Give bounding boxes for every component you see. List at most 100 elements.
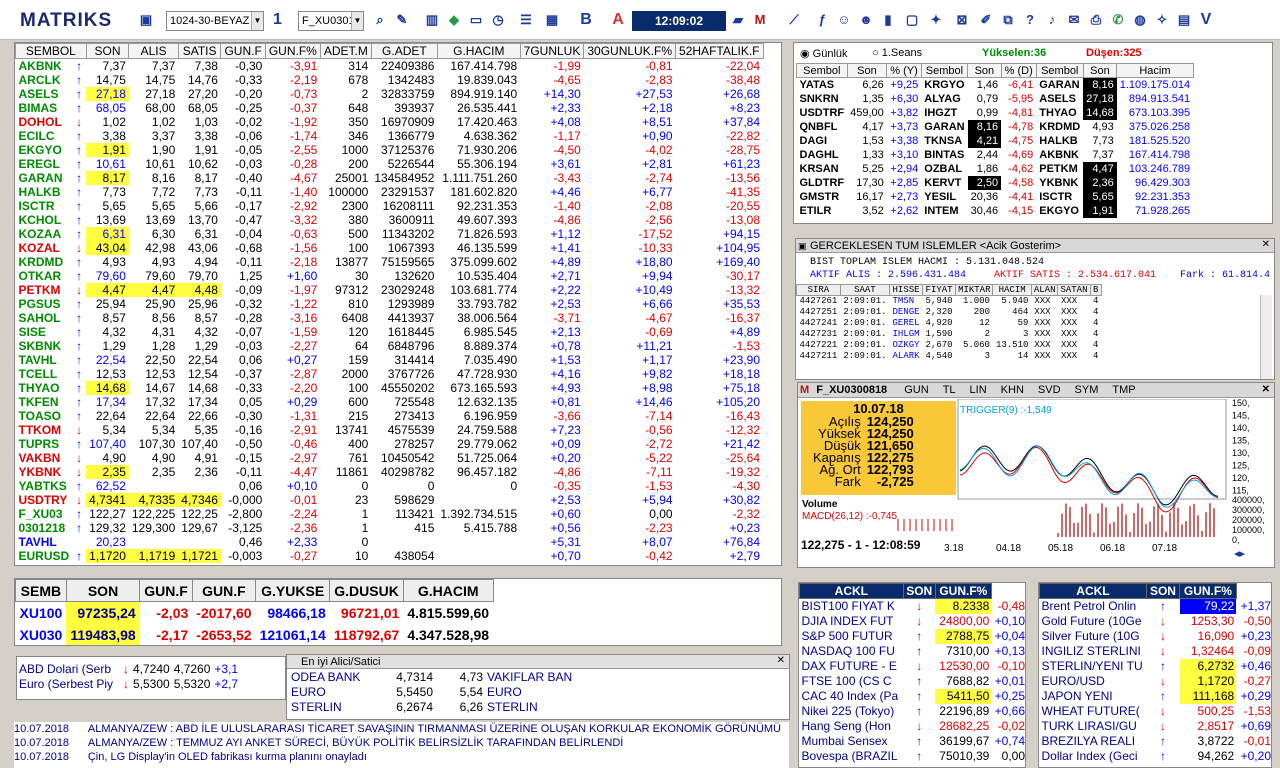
table-row[interactable]: AKBNK ↑ 7,37 7,37 7,38 -0,30 -3,91 314 22409386 1…: [16, 59, 764, 73]
ranking-row[interactable]: GMSTR 16,17 +2,73 YESIL 20,36 -4,41 ISCTR 5,65 9…: [797, 189, 1194, 204]
ranking-row[interactable]: DAGHL 1,33 +3,10 BINTAS 2,44 -4,69 AKBNK 7,37 16…: [797, 148, 1194, 162]
chat-icon[interactable]: ✆: [1110, 12, 1126, 28]
chart-tab[interactable]: LIN: [970, 384, 987, 396]
table-row[interactable]: Nikei 225 (Tokyo) ↑ 22196,89 +0,66: [800, 704, 1026, 719]
table-row[interactable]: STERLIN/YENI TU ↑ 6,2732 +0,46: [1040, 658, 1271, 674]
radio-session[interactable]: ○ 1.Seans: [872, 47, 922, 59]
bid-row[interactable]: EURO 5,5450 5,54 EURO: [289, 684, 581, 699]
table-row[interactable]: 0301218 ↑ 129,32 129,300 129,67 -3,125 -2,36 1 4…: [16, 521, 764, 535]
table-row[interactable]: TAVHL ↑ 22,54 22,50 22,54 0,06 +0,27 159 314414 7…: [16, 353, 764, 367]
print-icon[interactable]: ⎙: [1088, 12, 1104, 28]
bid-row[interactable]: STERLIN 6,2674 6,26 STERLIN: [289, 699, 581, 714]
chart-bar-icon[interactable]: ▥: [424, 12, 440, 28]
table-row[interactable]: Mumbai Sensex ↑ 36199,67 +0,74: [800, 734, 1026, 749]
table-row[interactable]: ISCTR ↑ 5,65 5,65 5,66 -0,17 -2,92 2300 16208111…: [16, 199, 764, 213]
users-icon[interactable]: ☻: [858, 12, 874, 28]
column-header[interactable]: SEMBOL: [15, 43, 87, 59]
column-header[interactable]: ADET.M: [319, 43, 372, 59]
table-row[interactable]: ARCLK ↑ 14,75 14,75 14,76 -0,33 -2,19 678 134248…: [16, 73, 764, 87]
trade-row[interactable]: 4427211 2:09:01. ALARK 4,540 3 14 XXX XXX 4: [797, 351, 1102, 362]
close-icon[interactable]: ✕: [777, 655, 785, 666]
table-row[interactable]: JAPON YENI ↑ 111,168 +0,29: [1040, 688, 1271, 704]
v-icon[interactable]: V: [1198, 12, 1214, 28]
table-row[interactable]: F_XU03 ↑ 122,27 122,225 122,25 -2,800 -2,24 1 11…: [16, 507, 764, 521]
chart-tab[interactable]: TL: [943, 384, 956, 396]
table-row[interactable]: TUPRS ↑ 107,40 107,30 107,40 -0,50 -0,46 400 278…: [16, 437, 764, 451]
ranking-row[interactable]: KRSAN 5,25 +2,94 OZBAL 1,86 -4,62 PETKM 4,47 103…: [797, 161, 1194, 176]
table-row[interactable]: EREGL ↑ 10,61 10,61 10,62 -0,03 -0,28 200 522654…: [16, 157, 764, 171]
table-row[interactable]: TAVHL 20,23 0,46 +2,33 0 +5,31 +8,07 +76,84: [16, 535, 764, 549]
bell-icon[interactable]: ♪: [1044, 12, 1060, 28]
ranking-row[interactable]: YATAS 6,26 +9,25 KRGYO 1,46 -6,41 GARAN 8,16 1.1…: [797, 77, 1194, 92]
cube-icon[interactable]: ◆: [446, 12, 462, 28]
chart-nav-icon[interactable]: ◂▸: [1234, 547, 1245, 560]
column-header[interactable]: ALIS: [128, 43, 179, 59]
column-header[interactable]: SON: [85, 43, 130, 59]
edit-icon[interactable]: ✐: [978, 12, 994, 28]
table-row[interactable]: BREZILYA REALI ↑ 3,8722 -0,01: [1040, 734, 1272, 749]
table-row[interactable]: SKBNK ↑ 1,29 1,28 1,29 -0,03 -2,27 64 6848796 8.8…: [16, 339, 764, 353]
table-row[interactable]: EURO/USD ↓ 1,1720 -0,27: [1040, 673, 1271, 689]
tools-icon[interactable]: ✦: [928, 12, 944, 28]
user-icon[interactable]: ☺: [836, 12, 852, 28]
book-icon[interactable]: ▤: [1176, 12, 1192, 28]
table-row[interactable]: PETKM ↓ 4,47 4,47 4,48 -0,09 -1,97 97312 2302924…: [16, 283, 764, 297]
flag-icon[interactable]: ▰: [730, 12, 746, 28]
table-row[interactable]: EKGYO ↑ 1,91 1,90 1,91 -0,05 -2,55 1000 37125376…: [16, 143, 764, 157]
table-row[interactable]: OTKAR ↑ 79,60 79,60 79,70 1,25 +1,60 30 132620 10…: [16, 269, 764, 283]
table-row[interactable]: Gold Future (10Ge ↓ 1253,30 -0,50: [1040, 614, 1272, 629]
table-row[interactable]: NASDAQ 100 FU ↑ 7310,00 +0,13: [800, 644, 1026, 659]
ranking-row[interactable]: ETILR 3,52 +2,62 INTEM 30,46 -4,15 EKGYO 1,91 71…: [797, 203, 1194, 218]
mail-icon[interactable]: ✉: [1066, 12, 1082, 28]
table-row[interactable]: Dollar Index (Geci ↑ 94,262 +0,20: [1040, 749, 1272, 764]
table-row[interactable]: SISE ↑ 4,32 4,31 4,32 -0,07 -1,59 120 1618445 6.9…: [16, 325, 764, 339]
table-row[interactable]: DJIA INDEX FUT ↓ 24800,00 +0,10: [800, 614, 1026, 629]
table-row[interactable]: Brent Petrol Onlin ↑ 79,22 +1,37: [1040, 598, 1271, 614]
close-window-icon[interactable]: ⊠: [954, 12, 970, 28]
radio-daily[interactable]: ◉ Günlük: [800, 47, 848, 60]
fx-row[interactable]: ABD Dolari (Serb ↓ 4,7240 4,7260 +3,1: [17, 661, 240, 676]
chart-tab[interactable]: TMP: [1112, 384, 1135, 396]
twitter-icon[interactable]: ✧: [1154, 12, 1170, 28]
chart-tab[interactable]: KHN: [1001, 384, 1024, 396]
table-row[interactable]: KOZAA ↑ 6,31 6,30 6,31 -0,04 -0,63 500 11343202 7…: [16, 227, 764, 241]
table-row[interactable]: TOASO ↑ 22,64 22,64 22,66 -0,30 -1,31 215 273413…: [16, 409, 764, 423]
table-row[interactable]: INGILIZ STERLINI ↓ 1,32464 -0,09: [1040, 644, 1272, 659]
layout-select[interactable]: 1024-30-BEYAZ ▼: [166, 11, 264, 31]
table-row[interactable]: TTKOM ↓ 5,34 5,34 5,35 -0,16 -2,91 13741 4575539…: [16, 423, 764, 437]
monitor-icon[interactable]: ▭: [468, 12, 484, 28]
table-row[interactable]: HALKB ↑ 7,73 7,72 7,73 -0,11 -1,40 100000 232915…: [16, 185, 764, 199]
trade-row[interactable]: 4427221 2:09:01. OZKGY 2,670 5.060 13.510 XXX X…: [797, 340, 1102, 351]
table-row[interactable]: PGSUS ↑ 25,94 25,90 25,96 -0,32 -1,22 810 129398…: [16, 297, 764, 311]
table-row[interactable]: EURUSD ↑ 1,1720 1,1719 1,1721 -0,003 -0,27 10 43…: [16, 549, 764, 563]
fx-row[interactable]: Euro (Serbest Piy ↓ 5,5300 5,5320 +2,7: [17, 676, 240, 691]
table-row[interactable]: BIMAS ↑ 68,05 68,00 68,05 -0,25 -0,37 648 393937…: [16, 101, 764, 115]
table-row[interactable]: DOHOL ↓ 1,02 1,02 1,03 -0,02 -1,92 350 16970909 1…: [16, 115, 764, 129]
window-icon[interactable]: ▢: [904, 12, 920, 28]
copy-icon[interactable]: ⧉: [1000, 12, 1016, 28]
formula-icon[interactable]: ƒ: [814, 12, 830, 28]
table-row[interactable]: DAX FUTURE - E ↓ 12530,00 -0,10: [800, 659, 1026, 674]
line-chart-icon[interactable]: ⟋: [786, 12, 802, 28]
news-item[interactable]: 10.07.2018 Çin, LG Display'in OLED fabrik…: [14, 750, 789, 764]
index-row[interactable]: XU030 119483,98 -2,17 -2653,52 121061,14 1187…: [16, 623, 494, 645]
table-row[interactable]: S&P 500 FUTUR ↑ 2788,75 +0,04: [800, 628, 1025, 644]
trade-row[interactable]: 4427231 2:09:01. IHLGM 1,590 2 3 XXX XXX 4: [797, 329, 1102, 340]
ranking-row[interactable]: QNBFL 4,17 +3,73 GARAN 8,16 -4,78 KRDMD 4,93 375…: [797, 119, 1194, 134]
news-item[interactable]: 10.07.2018 ALMANYA/ZEW : ABD İLE ULUSLARA…: [14, 722, 789, 736]
close-icon[interactable]: ✕: [1262, 239, 1270, 250]
trade-row[interactable]: 4427241 2:09:01. GEREL 4,920 12 59 XXX XXX 4: [797, 318, 1102, 329]
table-row[interactable]: FTSE 100 (CS C ↑ 7688,82 +0,01: [800, 674, 1026, 689]
table-row[interactable]: ECILC ↑ 3,38 3,37 3,38 -0,06 -1,74 346 1366779 4.…: [16, 129, 764, 143]
table-row[interactable]: TURK LIRASI/GU ↓ 2,8517 +0,69: [1040, 719, 1272, 734]
bid-row[interactable]: ODEA BANK 4,7314 4,73 VAKIFLAR BAN: [289, 669, 581, 684]
table-row[interactable]: THYAO ↑ 14,68 14,67 14,68 -0,33 -2,20 100 455502…: [16, 381, 764, 395]
index-row[interactable]: XU100 97235,24 -2,03 -2017,60 98466,18 96721,…: [16, 601, 494, 624]
chart-tab[interactable]: SVD: [1038, 384, 1061, 396]
table-row[interactable]: Silver Future (10G ↓ 16,090 +0,23: [1040, 629, 1272, 644]
chart-tab[interactable]: SYM: [1075, 384, 1099, 396]
table-row[interactable]: WHEAT FUTURE(↓ 500,25 -1,53: [1040, 704, 1272, 719]
font-button[interactable]: A: [610, 12, 626, 28]
news-item[interactable]: 10.07.2018 ALMANYA/ZEW : TEMMUZ AYI ANKET…: [14, 736, 789, 750]
trades-scrollbar[interactable]: [1260, 295, 1272, 379]
